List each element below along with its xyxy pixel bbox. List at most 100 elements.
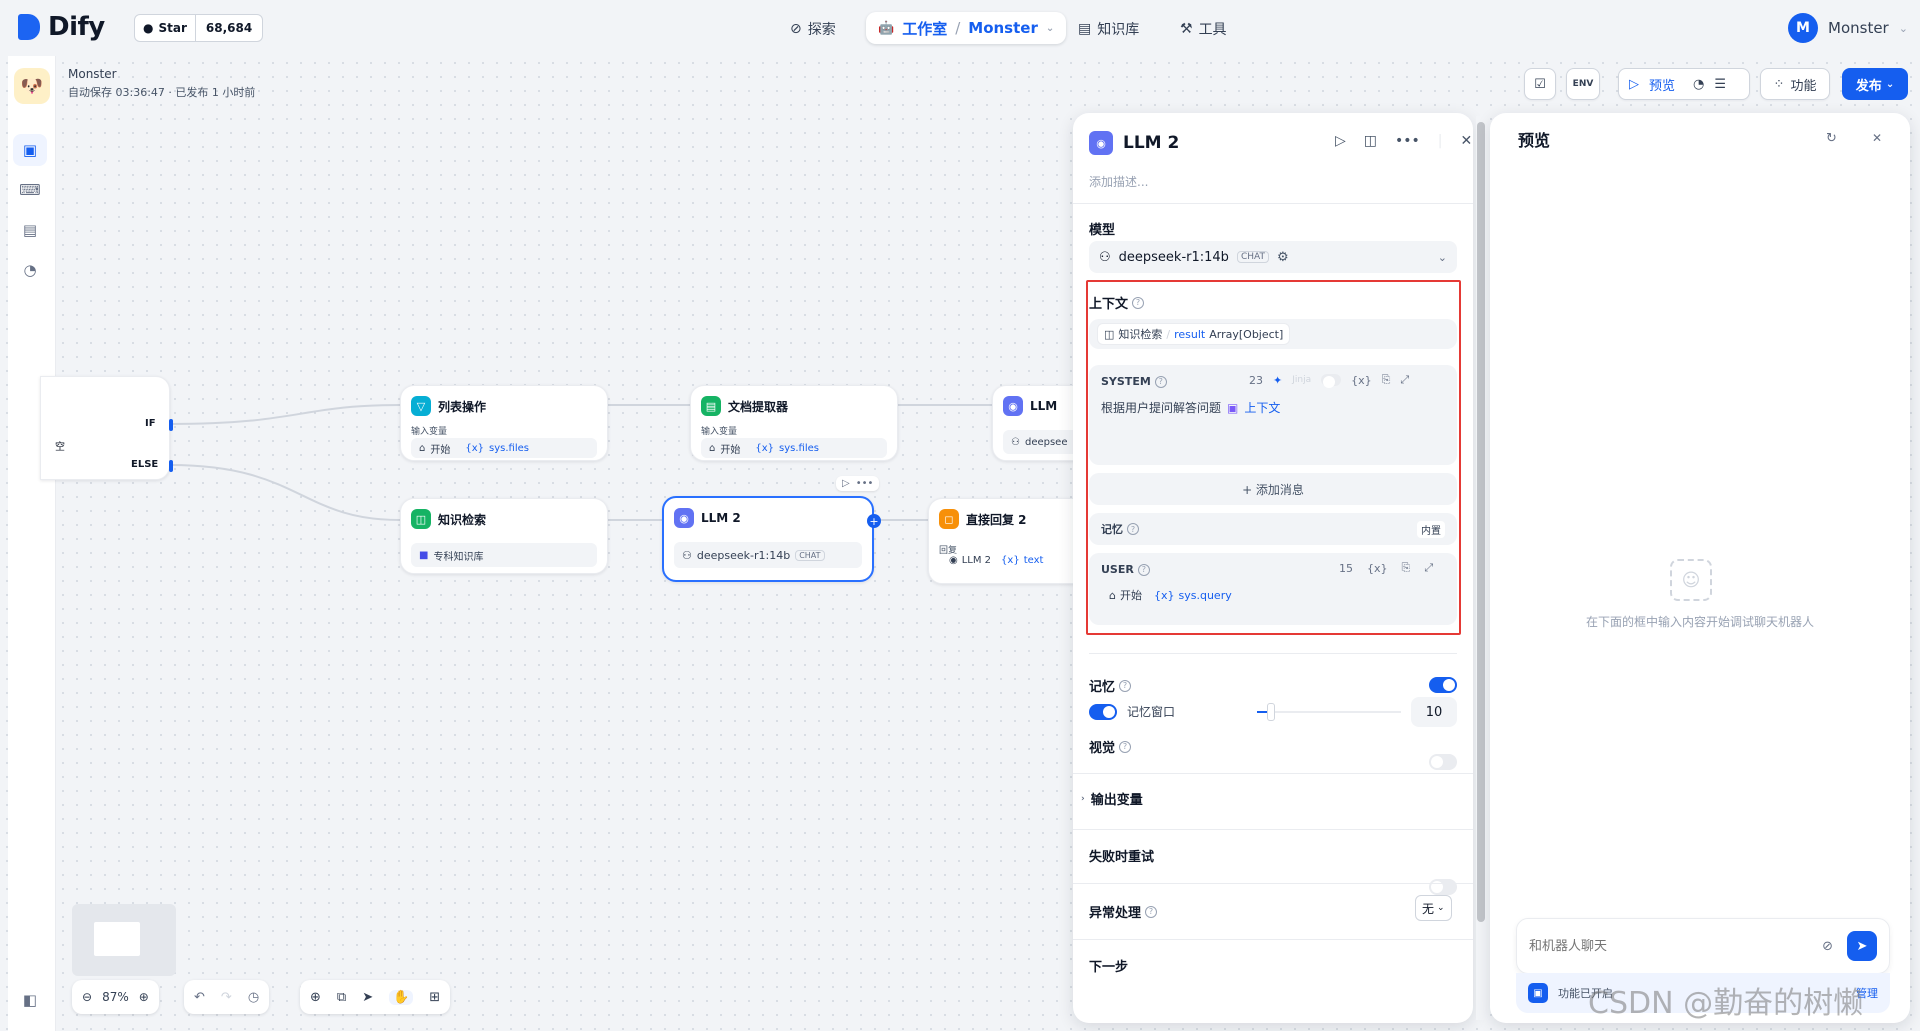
error-handling-select[interactable]: 无 ⌄ [1415, 895, 1452, 921]
memory-window-input[interactable]: 10 [1411, 697, 1457, 727]
system-prompt-editor[interactable]: SYSTEM? 23 ✦ Jinja {x} ⎘ ⤢ 根据用户提问解答问题 ▣ … [1089, 365, 1457, 465]
if-else-node[interactable]: IF ELSE 空 [40, 376, 173, 480]
add-message-button[interactable]: + 添加消息 [1089, 473, 1457, 505]
features-icon: ⁘ [1773, 76, 1785, 92]
refresh-icon[interactable]: ↻ [1826, 131, 1837, 146]
zoom-in-icon[interactable]: ⊕ [139, 990, 149, 1004]
close-icon[interactable]: ✕ [1461, 133, 1473, 149]
else-port[interactable] [169, 460, 173, 472]
run-icon[interactable]: ▷ [1335, 133, 1346, 149]
scrollbar-thumb[interactable] [1477, 122, 1485, 922]
add-next-node-icon[interactable]: + [867, 514, 881, 528]
jinja-toggle[interactable] [1321, 374, 1342, 388]
slider-handle[interactable] [1267, 703, 1276, 721]
autosave-status: 自动保存 03:36:47 · 已发布 1 小时前 [68, 86, 256, 99]
vision-label: 视觉? [1089, 737, 1132, 756]
monitor-icon[interactable]: ◔ [13, 254, 47, 286]
panel-actions: ▷ ◫ ••• | ✕ [1335, 133, 1473, 149]
hand-icon[interactable]: ✋ [389, 989, 414, 1005]
expand-icon[interactable]: ⤢ [1400, 373, 1409, 387]
zoom-control[interactable]: ⊖ 87% ⊕ [72, 980, 159, 1014]
preview-group: ▷ 预览 ◔ ☰ [1618, 68, 1750, 100]
api-terminal-icon[interactable]: ⌨ [13, 174, 47, 206]
sparkle-icon[interactable]: ✦ [1273, 374, 1282, 387]
history-icon[interactable]: ◔ [1693, 77, 1704, 92]
zoom-level[interactable]: 87% [102, 990, 129, 1004]
retry-label: 失败时重试 [1089, 850, 1155, 865]
undo-icon[interactable]: ↶ [194, 990, 205, 1005]
vision-toggle[interactable] [1429, 754, 1457, 770]
panel-scrollbar[interactable] [1476, 116, 1486, 1020]
minimap[interactable] [72, 904, 176, 976]
insert-var-icon[interactable]: {x} [1367, 562, 1388, 575]
context-var-chip[interactable]: ◫ 知识检索 / result Array[Object] [1097, 323, 1291, 345]
add-note-icon[interactable]: ⧉ [337, 990, 346, 1005]
node-list-operation[interactable]: ▽ 列表操作 输入变量 ⌂ 开始 {x} sys.files [400, 385, 608, 461]
model-selector[interactable]: ⚇ deepseek-r1:14b CHAT ⚙ ⌄ [1089, 241, 1457, 273]
play-icon[interactable]: ▷ [1629, 77, 1639, 92]
send-button[interactable]: ➤ [1847, 931, 1877, 961]
pointer-icon[interactable]: ➤ [362, 990, 373, 1005]
system-prompt-text[interactable]: 根据用户提问解答问题 ▣ 上下文 [1101, 399, 1280, 416]
history-icon[interactable]: ◷ [248, 990, 259, 1005]
chat-input[interactable] [1529, 938, 1823, 954]
canvas-tools: ⊕ ⧉ ➤ ✋ ⊞ [300, 980, 451, 1014]
add-block-icon[interactable]: ⊕ [310, 990, 321, 1005]
logs-icon[interactable]: ▤ [13, 214, 47, 246]
left-rail: 🐶 ▣ ⌨ ▤ ◔ ◧ [8, 56, 56, 1031]
memory-window-slider[interactable] [1257, 703, 1401, 721]
env-button[interactable]: ENV [1566, 68, 1600, 100]
memory-toggle[interactable] [1429, 677, 1457, 693]
node-input-var: ⌂ 开始 {x} sys.files [701, 438, 887, 458]
node-knowledge-retrieval[interactable]: ◫ 知识检索 ■ 专科知识库 [400, 498, 608, 574]
description-input[interactable]: 添加描述... [1089, 173, 1148, 190]
memory-window-toggle[interactable] [1089, 703, 1117, 720]
if-port[interactable] [169, 419, 173, 431]
node-llm-2[interactable]: ◉ LLM 2 ⚇ deepseek-r1:14b CHAT + [662, 496, 881, 582]
user-prompt-var[interactable]: ⌂ 开始 {x} sys.query [1109, 587, 1232, 603]
list-icon[interactable]: ☰ [1714, 77, 1726, 92]
node-mini-toolbar[interactable]: ▷ ••• [836, 476, 880, 491]
orchestrate-icon[interactable]: ▣ [13, 134, 47, 166]
node-model: ⚇ deepseek-r1:14b CHAT [674, 542, 862, 568]
model-icon: ⚇ [1011, 436, 1020, 448]
context-label: 上下文? [1089, 293, 1145, 312]
panel-header: ◉ LLM 2 [1089, 131, 1179, 155]
expand-icon[interactable]: ⤢ [1424, 561, 1433, 575]
panel-title[interactable]: LLM 2 [1123, 133, 1179, 153]
close-icon[interactable]: ✕ [1872, 131, 1882, 145]
system-label: SYSTEM? [1101, 375, 1167, 388]
home-icon: ⌂ [709, 442, 716, 454]
help-doc-icon[interactable]: ◫ [1364, 133, 1377, 149]
retry-toggle[interactable] [1429, 879, 1457, 895]
context-selector[interactable]: ◫ 知识检索 / result Array[Object] [1089, 319, 1457, 349]
publish-button[interactable]: 发布 ⌄ [1842, 68, 1908, 100]
zoom-out-icon[interactable]: ⊖ [82, 990, 92, 1004]
attachment-icon[interactable]: ⊘ [1822, 939, 1833, 954]
more-icon[interactable]: ••• [1395, 133, 1420, 149]
history-controls: ↶ ↷ ◷ [184, 980, 270, 1014]
output-vars-toggle[interactable]: › 输出变量 [1081, 789, 1143, 808]
preview-panel: 预览 ↻ ✕ ☺ 在下面的框中输入内容开始调试聊天机器人 ⊘ ➤ ▣ 功能已开启… [1490, 113, 1910, 1023]
checklist-button[interactable]: ☑ [1524, 68, 1556, 100]
user-prompt-editor[interactable]: USER? 15 {x} ⎘ ⤢ ⌂ 开始 {x} sys.query [1089, 553, 1457, 625]
copy-icon[interactable]: ⎘ [1382, 373, 1391, 387]
knowledge-icon: ◫ [411, 509, 431, 529]
node-answer-var: ◉ LLM 2 {x} text [949, 555, 1044, 566]
copy-icon[interactable]: ⎘ [1402, 561, 1411, 575]
app-icon[interactable]: 🐶 [14, 68, 50, 104]
home-icon: ⌂ [1109, 588, 1116, 602]
preview-button[interactable]: 预览 [1649, 75, 1675, 94]
model-icon: ⚇ [1099, 249, 1111, 265]
node-answer-2[interactable]: ◻ 直接回复 2 回复 ◉ LLM 2 {x} text [928, 498, 1088, 584]
llm-icon: ◉ [949, 555, 958, 566]
user-tools: 15 {x} ⎘ ⤢ [1339, 561, 1433, 575]
node-doc-extractor[interactable]: ▤ 文档提取器 输入变量 ⌂ 开始 {x} sys.files [690, 385, 898, 461]
sidebar-toggle-icon[interactable]: ◧ [13, 984, 47, 1016]
redo-icon[interactable]: ↷ [221, 990, 232, 1005]
organize-icon[interactable]: ⊞ [429, 990, 440, 1005]
features-button[interactable]: ⁘ 功能 [1760, 68, 1830, 100]
play-icon: ▷ [842, 478, 850, 489]
insert-var-icon[interactable]: {x} [1351, 374, 1372, 387]
help-icon: ? [1154, 375, 1167, 388]
